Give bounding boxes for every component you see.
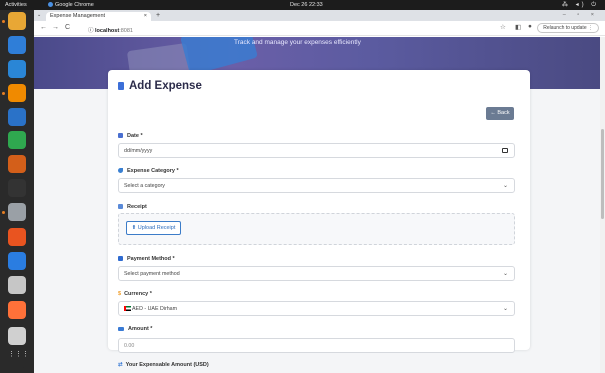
- files-icon[interactable]: [8, 203, 26, 221]
- page-title: Add Expense: [118, 80, 202, 92]
- expensable-label: ⇄ Your Expensable Amount (USD): [118, 362, 209, 368]
- browser-toolbar: ← → C ⓘ localhost:8081 ☆ ◧ ● Relaunch to…: [34, 21, 605, 36]
- running-indicator: [2, 211, 5, 214]
- system-tray[interactable]: ⁂ ◂) ⏻: [562, 1, 599, 9]
- calc-icon[interactable]: [8, 131, 26, 149]
- clock[interactable]: Dec 26 22:33: [290, 2, 323, 8]
- tab-strip: ⌄ Expense Management × + – ▫ ×: [34, 10, 605, 21]
- currency-select[interactable]: AED - UAE Dirham ⌄: [118, 301, 515, 316]
- date-label-text: Date *: [127, 133, 143, 139]
- expensable-label-text: Your Expensable Amount (USD): [125, 362, 209, 368]
- url-host: localhost: [95, 28, 120, 34]
- relaunch-label: Relaunch to update: [543, 25, 587, 31]
- category-label-text: Expense Category *: [127, 168, 179, 174]
- vlc-icon[interactable]: [8, 84, 26, 102]
- payment-label: Payment Method *: [118, 256, 175, 262]
- thunderbird-icon[interactable]: [8, 36, 26, 54]
- tag-icon: [118, 168, 123, 173]
- activities-button[interactable]: Activities: [5, 2, 27, 8]
- address-bar[interactable]: ⓘ localhost:8081: [84, 24, 494, 34]
- category-value: Select a category: [124, 183, 165, 189]
- receipt-label-text: Receipt: [127, 204, 147, 210]
- running-indicator: [2, 92, 5, 95]
- running-indicator: [2, 20, 5, 23]
- close-tab-icon[interactable]: ×: [144, 13, 147, 19]
- new-tab-button[interactable]: +: [156, 12, 160, 19]
- image-viewer-icon[interactable]: [8, 276, 26, 294]
- firefox-icon[interactable]: [8, 301, 26, 319]
- writer-icon[interactable]: [8, 108, 26, 126]
- calendar-picker-icon[interactable]: [502, 148, 508, 153]
- back-button[interactable]: ← Back: [486, 107, 514, 120]
- calendar-icon: [118, 133, 123, 138]
- date-placeholder: dd/mm/yyyy: [124, 148, 153, 154]
- currency-label: $ Currency *: [118, 291, 152, 297]
- forward-arrow-icon[interactable]: →: [52, 24, 59, 31]
- chevron-down-icon: ⌄: [502, 271, 508, 277]
- money-icon: [118, 327, 124, 331]
- vscode-icon[interactable]: [8, 60, 26, 78]
- system-top-bar: Activities Google Chrome Dec 26 22:33 ⁂ …: [0, 0, 605, 10]
- dock: ⋮⋮⋮: [0, 10, 34, 373]
- uae-flag-icon: [124, 306, 131, 311]
- payment-method-select[interactable]: Select payment method ⌄: [118, 266, 515, 281]
- receipt-icon: [118, 204, 123, 209]
- bookmark-star-icon[interactable]: ☆: [500, 23, 506, 31]
- hero-subtitle: Track and manage your expenses efficient…: [234, 39, 361, 46]
- chevron-down-icon: ⌄: [502, 306, 508, 312]
- receipt-label: Receipt: [118, 204, 147, 210]
- text-editor-icon[interactable]: [8, 327, 26, 345]
- date-input[interactable]: dd/mm/yyyy: [118, 143, 515, 158]
- amount-placeholder: 0.00: [124, 343, 135, 349]
- dollar-icon: $: [118, 291, 122, 297]
- chrome-icon[interactable]: [8, 12, 26, 30]
- tab-title: Expense Management: [50, 13, 106, 19]
- profile-avatar[interactable]: ●: [528, 23, 532, 30]
- scrollbar-thumb[interactable]: [601, 129, 604, 219]
- date-label: Date *: [118, 133, 143, 139]
- active-app-menu[interactable]: Google Chrome: [48, 2, 94, 8]
- apps-grid-icon[interactable]: ⋮⋮⋮: [8, 350, 29, 368]
- file-icon: [118, 82, 124, 90]
- active-app-label: Google Chrome: [55, 2, 94, 8]
- menu-icon[interactable]: ⋮: [588, 25, 593, 31]
- amount-label-text: Amount *: [128, 326, 153, 332]
- tab-search-icon[interactable]: ⌄: [37, 12, 41, 18]
- url-port: :8081: [119, 28, 133, 34]
- payment-label-text: Payment Method *: [127, 256, 175, 262]
- chevron-down-icon: ⌄: [502, 183, 508, 189]
- payment-value: Select payment method: [124, 271, 180, 277]
- currency-value: AED - UAE Dirham: [132, 306, 178, 312]
- credit-card-icon: [118, 256, 123, 261]
- category-select[interactable]: Select a category ⌄: [118, 178, 515, 193]
- site-info-icon[interactable]: ⓘ: [88, 28, 95, 34]
- help-icon[interactable]: [8, 252, 26, 270]
- reload-icon[interactable]: C: [65, 24, 70, 31]
- tab-expense-management[interactable]: Expense Management ×: [46, 12, 151, 21]
- category-label: Expense Category *: [118, 168, 179, 174]
- back-arrow-icon[interactable]: ←: [40, 24, 47, 31]
- impress-icon[interactable]: [8, 155, 26, 173]
- relaunch-button[interactable]: Relaunch to update ⋮: [537, 23, 599, 33]
- amount-label: Amount *: [118, 326, 152, 332]
- page-title-text: Add Expense: [129, 80, 202, 92]
- software-center-icon[interactable]: [8, 228, 26, 246]
- side-panel-icon[interactable]: ◧: [515, 23, 521, 31]
- terminal-icon[interactable]: [8, 179, 26, 197]
- page-scrollbar[interactable]: [600, 37, 605, 373]
- upload-receipt-button[interactable]: ⬆ Upload Receipt: [126, 221, 181, 235]
- chrome-app-icon: [48, 2, 53, 7]
- currency-label-text: Currency *: [124, 291, 152, 297]
- window-controls[interactable]: – ▫ ×: [563, 12, 599, 18]
- amount-input[interactable]: 0.00: [118, 338, 515, 353]
- exchange-icon: ⇄: [118, 362, 123, 368]
